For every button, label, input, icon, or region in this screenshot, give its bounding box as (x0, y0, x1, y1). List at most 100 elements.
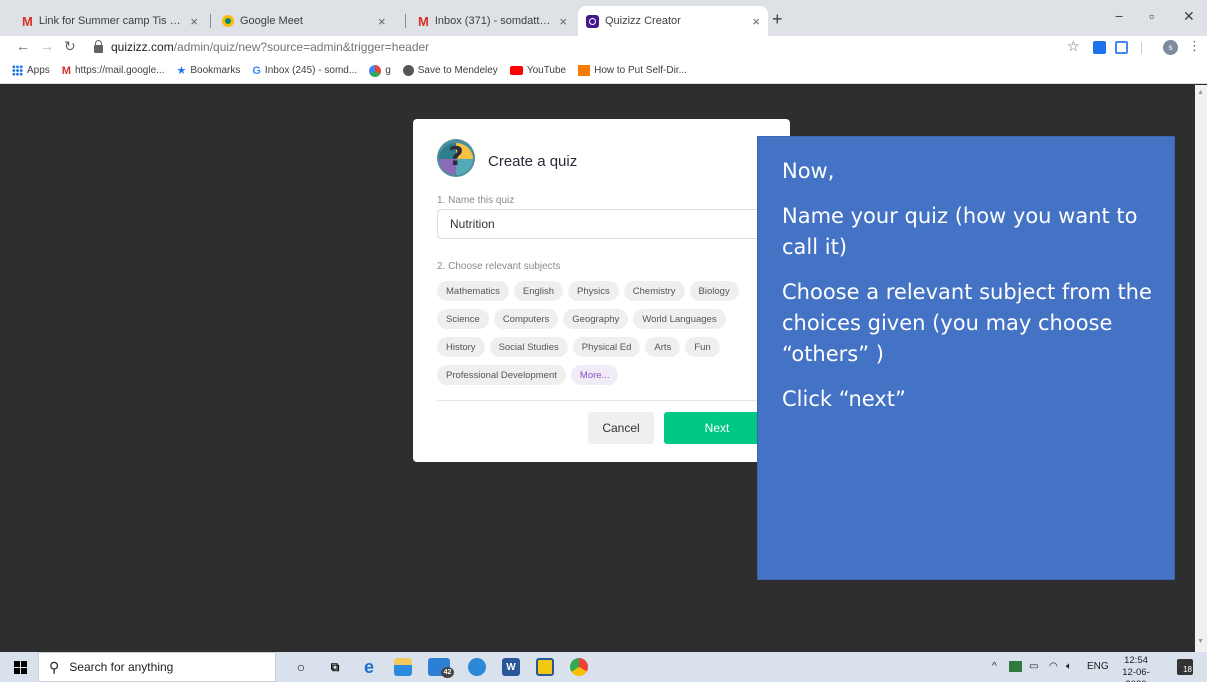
tray-chevron-icon[interactable]: ^ (992, 661, 997, 672)
youtube-icon (509, 66, 523, 75)
skype-icon[interactable] (468, 658, 486, 676)
extension-icon[interactable] (1115, 41, 1128, 54)
tab-summer-camp[interactable]: M Link for Summer camp Tis Eok D × (14, 6, 206, 36)
subject-chip-social-studies[interactable]: Social Studies (489, 337, 568, 357)
subject-chip-chemistry[interactable]: Chemistry (623, 281, 685, 301)
tab-google-meet-close[interactable]: × (374, 6, 402, 36)
subject-chip-fun[interactable]: Fun (685, 337, 720, 357)
tab-quizizz-creator[interactable]: Quizizz Creator × (578, 6, 768, 36)
language-indicator[interactable]: ENG (1087, 661, 1109, 672)
new-tab-button[interactable]: + (772, 9, 783, 30)
bookmark-label: How to Put Self-Dir... (594, 65, 687, 76)
mail-badge: 42 (441, 667, 454, 678)
tab-separator (210, 14, 211, 28)
site-icon (578, 65, 591, 76)
bookmark-star-icon[interactable]: ☆ (1067, 38, 1080, 55)
tab-google-meet[interactable]: Google Meet (214, 6, 374, 36)
word-icon[interactable]: W (502, 658, 520, 676)
edge-icon[interactable]: e (360, 657, 378, 677)
instruction-callout: Now, Name your quiz (how you want to cal… (757, 136, 1175, 580)
bookmark-inbox[interactable]: G Inbox (245) - somd... (252, 65, 357, 77)
scroll-up-icon[interactable]: ▲ (1197, 89, 1204, 96)
subject-chip-world-languages[interactable]: World Languages (633, 309, 726, 329)
next-button[interactable]: Next (664, 412, 770, 444)
url-host: quizizz.com (111, 40, 174, 54)
notification-center-icon[interactable]: 18 (1177, 659, 1193, 675)
quiz-name-input[interactable] (437, 209, 777, 239)
sticky-app-icon[interactable] (536, 658, 554, 676)
subject-chip-science[interactable]: Science (437, 309, 489, 329)
subject-chip-mathematics[interactable]: Mathematics (437, 281, 509, 301)
subject-chip-english[interactable]: English (513, 281, 564, 301)
google-icon: G (252, 64, 261, 77)
callout-line-now: Now, (782, 159, 835, 183)
colorful-icon (369, 64, 382, 77)
bookmark-label: Inbox (245) - somd... (264, 65, 358, 76)
url-path: /admin/quiz/new?source=admin&trigger=hea… (173, 40, 430, 54)
page-scrollbar[interactable] (1195, 85, 1207, 652)
extension-icon[interactable] (1093, 41, 1106, 54)
forward-icon[interactable]: → (40, 38, 54, 54)
mail-icon[interactable]: 42 (428, 658, 454, 678)
create-quiz-dialog: ? Create a quiz 1. Name this quiz 2. Cho… (413, 119, 790, 462)
subject-chip-computers[interactable]: Computers (493, 309, 559, 329)
subject-chip-arts[interactable]: Arts (645, 337, 681, 357)
close-icon[interactable]: × (190, 14, 198, 29)
search-icon: ⚲ (49, 658, 60, 675)
bookmark-bookmarks[interactable]: ★ Bookmarks (176, 64, 240, 77)
subject-chip-physics[interactable]: Physics (568, 281, 619, 301)
back-icon[interactable]: ← (16, 38, 30, 54)
reload-icon[interactable]: ↻ (64, 38, 76, 55)
browser-toolbar: ← → ↻ quizizz.com/admin/quiz/new?source=… (0, 36, 1207, 58)
tray-app-icon[interactable] (1009, 661, 1022, 672)
bookmark-youtube[interactable]: YouTube (509, 65, 566, 76)
minimize-icon[interactable]: − (1115, 8, 1123, 24)
bookmark-self-dir[interactable]: How to Put Self-Dir... (578, 65, 687, 76)
cancel-button[interactable]: Cancel (588, 412, 654, 444)
windows-start-icon[interactable] (14, 661, 27, 674)
star-icon: ★ (176, 65, 187, 77)
callout-line-subject: Choose a relevant subject from the choic… (782, 280, 1152, 366)
bookmark-label: Bookmarks (190, 65, 241, 76)
bookmark-gmail[interactable]: Mhttps://mail.google... (62, 65, 165, 77)
volume-icon[interactable]: 🔈︎ (1066, 661, 1072, 672)
subject-chip-physical-ed[interactable]: Physical Ed (572, 337, 641, 357)
menu-kebab-icon[interactable]: ⋮ (1188, 38, 1201, 54)
battery-icon[interactable]: ▭ (1029, 661, 1038, 672)
scroll-down-icon[interactable]: ▼ (1197, 638, 1204, 645)
chrome-icon[interactable] (570, 658, 588, 676)
close-icon[interactable]: × (378, 14, 386, 29)
bookmark-label: Save to Mendeley (417, 65, 498, 76)
taskbar-search-box[interactable]: ⚲ Search for anything (38, 652, 276, 682)
dialog-title: Create a quiz (488, 153, 578, 170)
mendeley-icon (402, 65, 414, 76)
quiz-logo-glyph: ? (448, 142, 464, 172)
subject-chip-professional-development[interactable]: Professional Development (437, 365, 566, 385)
address-bar[interactable]: quizizz.com/admin/quiz/new?source=admin&… (94, 38, 1084, 56)
callout-line-next: Click “next” (782, 387, 906, 411)
more-subjects-chip[interactable]: More... (570, 365, 619, 385)
wifi-icon[interactable]: ◠ (1049, 661, 1058, 672)
taskbar-clock[interactable]: 12:54 12-06-2020 (1113, 655, 1159, 682)
cortana-icon[interactable]: ○ (292, 658, 310, 676)
bookmark-mendeley[interactable]: Save to Mendeley (402, 65, 498, 76)
close-icon[interactable]: × (752, 14, 760, 29)
task-view-icon[interactable]: ⧉ (326, 658, 344, 676)
subjects-label: 2. Choose relevant subjects (437, 261, 561, 272)
close-icon[interactable]: × (559, 14, 567, 29)
bookmark-apps[interactable]: Apps (12, 65, 50, 76)
quizizz-icon (586, 14, 599, 28)
file-explorer-icon[interactable] (394, 658, 412, 676)
bookmarks-bar: Apps Mhttps://mail.google... ★ Bookmarks … (0, 58, 1207, 84)
bookmark-g[interactable]: g (369, 64, 391, 77)
subject-chip-geography[interactable]: Geography (563, 309, 629, 329)
name-quiz-label: 1. Name this quiz (437, 195, 515, 206)
subject-chip-history[interactable]: History (437, 337, 485, 357)
tab-inbox[interactable]: M Inbox (371) - somdattap@gmail. × (410, 6, 575, 36)
gmail-icon: M (418, 13, 429, 29)
maximize-icon[interactable]: ▫ (1149, 8, 1154, 24)
tab-title: Inbox (371) - somdattap@gmail. (434, 15, 554, 27)
subject-chip-biology[interactable]: Biology (689, 281, 739, 301)
profile-avatar[interactable]: s (1163, 40, 1178, 55)
close-window-icon[interactable]: ✕ (1183, 8, 1195, 25)
